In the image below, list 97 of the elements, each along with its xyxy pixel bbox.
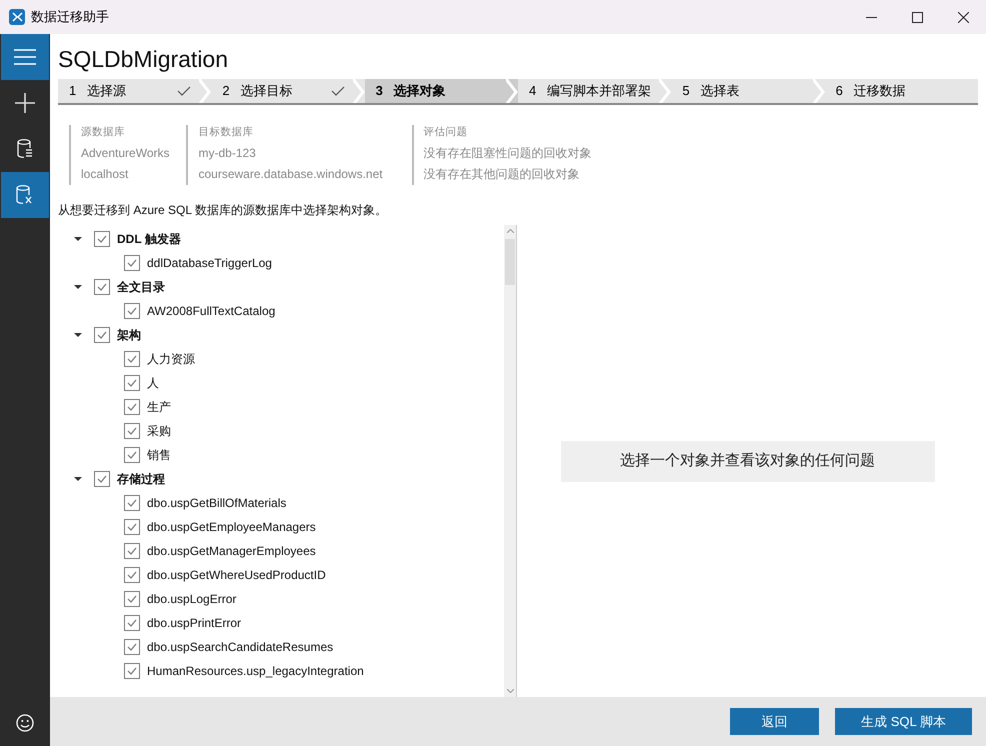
scrollbar-thumb[interactable] [505, 239, 515, 285]
check-icon [127, 355, 137, 363]
check-icon [127, 571, 137, 579]
generate-script-button[interactable]: 生成 SQL 脚本 [835, 708, 972, 735]
checkbox[interactable] [124, 255, 140, 271]
page-title: SQLDbMigration [58, 45, 230, 74]
expand-caret-icon[interactable] [74, 332, 82, 338]
maximize-icon [912, 12, 922, 22]
app-logo-icon [9, 9, 25, 25]
info-value: courseware.database.windows.net [198, 166, 383, 183]
tree-item-label: dbo.uspSearchCandidateResumes [147, 639, 334, 656]
minimize-icon [866, 16, 876, 18]
check-icon [127, 499, 137, 507]
check-icon [127, 667, 137, 675]
info-heading: 评估问题 [424, 125, 469, 140]
plus-icon [15, 93, 35, 113]
scroll-up-icon [506, 229, 514, 233]
chevron-separator-icon [659, 79, 672, 103]
checkbox[interactable] [124, 519, 140, 535]
expand-caret-icon[interactable] [74, 476, 82, 482]
window-title: 数据迁移助手 [31, 8, 109, 26]
check-icon [127, 595, 137, 603]
tree-item-label: HumanResources.usp_legacyIntegration [147, 663, 364, 680]
check-icon [177, 86, 192, 96]
check-icon [127, 379, 137, 387]
checkbox[interactable] [124, 567, 140, 583]
tree-item-label: 销售 [147, 447, 171, 464]
info-message-banner: 选择一个对象并查看该对象的任何问题 [560, 440, 934, 482]
tree-item-label: AW2008FullTextCatalog [147, 303, 276, 320]
tree-item-label: dbo.uspGetBillOfMaterials [147, 495, 286, 512]
tree-item-label: 人力资源 [147, 351, 195, 368]
tree-group-label: DDL 触发器 [117, 231, 181, 248]
tree-item-label: 生产 [147, 399, 171, 416]
tree-item-label: dbo.uspGetEmployeeManagers [147, 519, 316, 536]
checkbox[interactable] [124, 351, 140, 367]
info-heading: 源数据库 [81, 125, 126, 140]
info-value: 没有存在阻塞性问题的回收对象 [424, 145, 592, 162]
checkbox[interactable] [94, 471, 110, 487]
scroll-down-icon [506, 689, 514, 693]
checkbox[interactable] [124, 375, 140, 391]
tree-item-label: dbo.uspGetWhereUsedProductID [147, 567, 326, 584]
tree-item-label: dbo.uspPrintError [147, 615, 242, 632]
check-icon [127, 307, 137, 315]
check-icon [127, 403, 137, 411]
check-icon [127, 523, 137, 531]
scrollbar[interactable] [504, 225, 516, 697]
tree-item-label: dbo.uspGetManagerEmployees [147, 543, 316, 560]
tree-group-label: 存储过程 [117, 471, 165, 488]
checkbox[interactable] [124, 543, 140, 559]
instruction-text: 从想要迁移到 Azure SQL 数据库的源数据库中选择架构对象。 [58, 202, 388, 219]
expand-caret-icon[interactable] [74, 284, 82, 290]
tree-group-label: 架构 [117, 327, 141, 344]
info-value: AdventureWorks [81, 145, 170, 162]
chevron-separator-icon [812, 79, 825, 103]
check-icon [97, 283, 107, 291]
check-icon [97, 235, 107, 243]
checkbox[interactable] [124, 399, 140, 415]
checkbox[interactable] [124, 615, 140, 631]
info-heading: 目标数据库 [198, 125, 254, 140]
check-icon [97, 475, 107, 483]
tree-item-label: 人 [147, 375, 159, 392]
checkbox[interactable] [94, 327, 110, 343]
check-icon [127, 451, 137, 459]
info-value: my-db-123 [198, 145, 257, 162]
check-icon [97, 331, 107, 339]
check-icon [127, 259, 137, 267]
checkbox[interactable] [124, 303, 140, 319]
checkbox[interactable] [94, 231, 110, 247]
tree-group-label: 全文目录 [117, 279, 165, 296]
info-value: 没有存在其他问题的回收对象 [424, 166, 581, 183]
menu-icon [14, 49, 36, 65]
tree-item-label: dbo.uspLogError [147, 591, 236, 608]
database-list-icon [17, 139, 33, 159]
checkbox[interactable] [124, 663, 140, 679]
chevron-separator-icon [506, 79, 518, 103]
check-icon [127, 643, 137, 651]
close-icon [958, 12, 968, 22]
expand-caret-icon[interactable] [74, 236, 82, 242]
checkbox[interactable] [124, 639, 140, 655]
check-icon [330, 86, 345, 96]
step-tab[interactable]: 3 选择对象 [364, 79, 518, 103]
checkbox[interactable] [124, 495, 140, 511]
chevron-separator-icon [199, 79, 212, 103]
back-button[interactable]: 返回 [730, 708, 819, 735]
checkbox[interactable] [124, 591, 140, 607]
tree-item-label: ddlDatabaseTriggerLog [147, 255, 272, 272]
checkbox[interactable] [124, 423, 140, 439]
check-icon [127, 427, 137, 435]
check-icon [127, 547, 137, 555]
check-icon [127, 619, 137, 627]
database-x-icon [16, 185, 34, 205]
checkbox[interactable] [94, 279, 110, 295]
smiley-icon [16, 714, 34, 732]
tree-item-label: 采购 [147, 423, 171, 440]
chevron-separator-icon [352, 79, 365, 103]
checkbox[interactable] [124, 447, 140, 463]
info-value: localhost [81, 166, 130, 183]
